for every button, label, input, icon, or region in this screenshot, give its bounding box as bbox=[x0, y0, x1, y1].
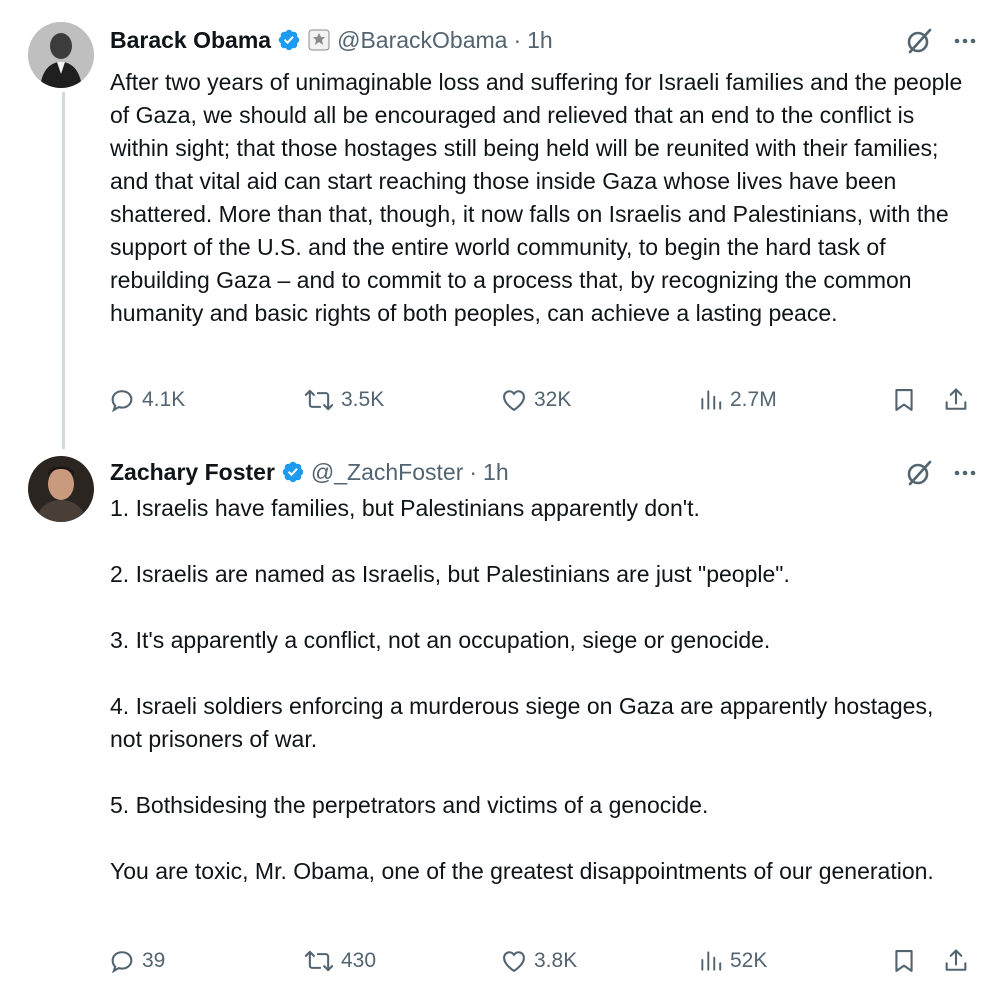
bookmark-icon bbox=[895, 950, 913, 972]
share-icon bbox=[945, 949, 967, 971]
tweet-actions: 4.1K 3.5K 32K 2.7M bbox=[108, 382, 978, 418]
reply-count: 39 bbox=[142, 949, 166, 972]
tweet-paragraph: After two years of unimaginable loss and… bbox=[110, 69, 963, 326]
share-icon bbox=[945, 388, 967, 410]
like-button[interactable]: 32K bbox=[500, 382, 571, 418]
like-count: 32K bbox=[534, 388, 572, 411]
repost-button[interactable]: 430 bbox=[303, 943, 376, 979]
like-icon bbox=[503, 951, 525, 973]
author-handle[interactable]: @BarackObama bbox=[337, 27, 507, 54]
tweet-header: Zachary Foster @_ZachFoster · 1h bbox=[110, 452, 509, 492]
reply-button[interactable]: 4.1K bbox=[108, 382, 185, 418]
like-button[interactable]: 3.8K bbox=[500, 943, 577, 979]
tweet-top-actions bbox=[904, 26, 978, 61]
verified-badge-icon bbox=[277, 28, 301, 52]
tweet-paragraph: 2. Israelis are named as Israelis, but P… bbox=[110, 561, 790, 587]
tweet-text: After two years of unimaginable loss and… bbox=[110, 66, 970, 330]
share-button[interactable] bbox=[942, 943, 970, 979]
tweet-paragraph: 5. Bothsidesing the perpetrators and vic… bbox=[110, 792, 709, 818]
views-icon bbox=[701, 951, 722, 971]
reply-icon bbox=[111, 951, 133, 974]
like-icon bbox=[503, 390, 525, 412]
author-name[interactable]: Zachary Foster bbox=[110, 459, 275, 486]
tweet-paragraph: 4. Israeli soldiers enforcing a murderou… bbox=[110, 693, 934, 752]
repost-count: 430 bbox=[341, 949, 377, 972]
tweet-paragraph: 1. Israelis have families, but Palestini… bbox=[110, 495, 700, 521]
tweet-text: 1. Israelis have families, but Palestini… bbox=[110, 492, 970, 888]
bookmark-icon bbox=[895, 389, 913, 411]
grok-icon[interactable] bbox=[904, 458, 934, 493]
views-count: 2.7M bbox=[730, 388, 777, 411]
tweet-paragraph: You are toxic, Mr. Obama, one of the gre… bbox=[110, 858, 934, 884]
author-name[interactable]: Barack Obama bbox=[110, 27, 271, 54]
views-icon bbox=[701, 390, 722, 410]
views-button[interactable]: 52K bbox=[698, 943, 767, 979]
tweet-time[interactable]: 1h bbox=[483, 459, 509, 486]
tweet-time[interactable]: 1h bbox=[527, 27, 553, 54]
avatar[interactable] bbox=[28, 456, 94, 522]
avatar[interactable] bbox=[28, 22, 94, 88]
grok-icon[interactable] bbox=[904, 26, 934, 61]
tweet-obama[interactable]: Barack Obama @BarackObama · 1h After two… bbox=[0, 0, 1000, 450]
author-handle[interactable]: @_ZachFoster bbox=[311, 459, 463, 486]
reply-count: 4.1K bbox=[142, 388, 186, 411]
more-icon[interactable] bbox=[952, 460, 978, 491]
views-count: 52K bbox=[730, 949, 768, 972]
more-icon[interactable] bbox=[952, 28, 978, 59]
repost-icon bbox=[304, 389, 334, 411]
separator-dot: · bbox=[469, 458, 478, 485]
tweet-top-actions bbox=[904, 458, 978, 493]
repost-count: 3.5K bbox=[341, 388, 385, 411]
share-button[interactable] bbox=[942, 382, 970, 418]
avatar-image-foster bbox=[28, 456, 94, 522]
tweet-actions: 39 430 3.8K 52K bbox=[108, 943, 978, 979]
bookmark-button[interactable] bbox=[890, 382, 918, 418]
government-seal-icon bbox=[307, 28, 331, 52]
reply-icon bbox=[111, 390, 133, 413]
views-button[interactable]: 2.7M bbox=[698, 382, 777, 418]
tweet-foster[interactable]: Zachary Foster @_ZachFoster · 1h 1. Isra… bbox=[0, 450, 1000, 989]
bookmark-button[interactable] bbox=[890, 943, 918, 979]
tweet-paragraph: 3. It's apparently a conflict, not an oc… bbox=[110, 627, 771, 653]
like-count: 3.8K bbox=[534, 949, 578, 972]
repost-button[interactable]: 3.5K bbox=[303, 382, 384, 418]
reply-button[interactable]: 39 bbox=[108, 943, 165, 979]
avatar-image-obama bbox=[28, 22, 94, 88]
separator-dot: · bbox=[513, 26, 522, 53]
verified-badge-icon bbox=[281, 460, 305, 484]
tweet-header: Barack Obama @BarackObama · 1h bbox=[110, 20, 553, 60]
repost-icon bbox=[304, 950, 334, 972]
